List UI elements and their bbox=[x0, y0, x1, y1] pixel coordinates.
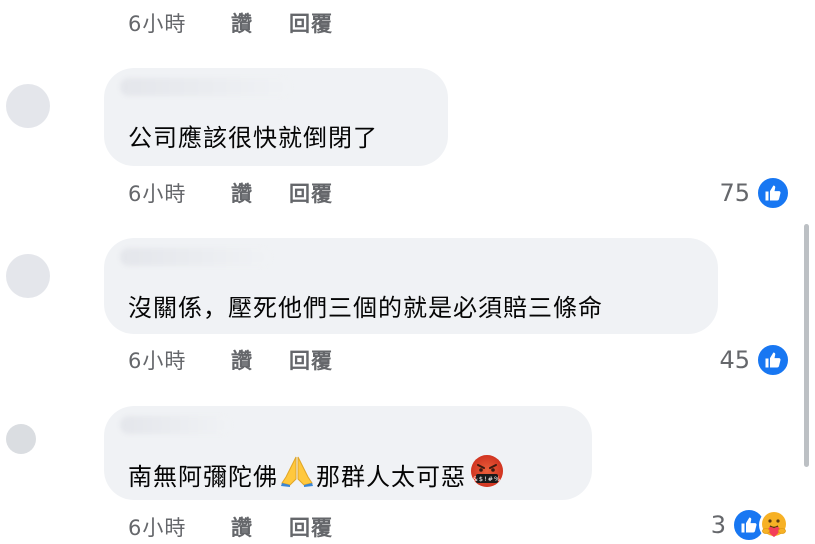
reaction-summary[interactable]: 45 bbox=[719, 343, 790, 377]
avatar[interactable] bbox=[6, 254, 50, 298]
like-icon bbox=[756, 176, 790, 210]
reaction-count: 75 bbox=[719, 179, 750, 207]
scrollbar[interactable] bbox=[804, 224, 809, 467]
commenter-name[interactable] bbox=[120, 78, 290, 96]
comment-meta-row: 6小時 讚 回覆 bbox=[128, 8, 333, 38]
comment-timestamp[interactable]: 6小時 bbox=[128, 345, 231, 375]
comment-like-link[interactable]: 讚 bbox=[231, 178, 289, 208]
comment-like-link[interactable]: 讚 bbox=[231, 512, 289, 542]
comment-timestamp[interactable]: 6小時 bbox=[128, 8, 231, 38]
comment-text: 南無阿彌陀佛 那群人太可惡 &$!#% bbox=[128, 454, 504, 494]
comment-like-link[interactable]: 讚 bbox=[231, 8, 289, 38]
comment-timestamp[interactable]: 6小時 bbox=[128, 512, 231, 542]
comment-bubble: 南無阿彌陀佛 那群人太可惡 &$!#% bbox=[104, 406, 592, 500]
comment-bubble: 沒關係，壓死他們三個的就是必須賠三條命 bbox=[104, 238, 718, 334]
commenter-name[interactable] bbox=[120, 248, 270, 266]
reaction-summary[interactable]: 3 bbox=[711, 508, 790, 542]
comment-text: 公司應該很快就倒閉了 bbox=[128, 124, 378, 152]
comment-meta-row: 6小時 讚 回覆 bbox=[128, 178, 333, 208]
care-icon bbox=[758, 509, 790, 541]
reaction-summary[interactable]: 75 bbox=[719, 176, 790, 210]
comment-meta-row: 6小時 讚 回覆 bbox=[128, 512, 333, 542]
comment-reply-link[interactable]: 回覆 bbox=[289, 178, 333, 208]
comment-text-part: 南無阿彌陀佛 bbox=[128, 462, 278, 491]
folded-hands-emoji bbox=[280, 455, 314, 493]
comment-bubble: 公司應該很快就倒閉了 bbox=[104, 68, 448, 166]
avatar[interactable] bbox=[6, 84, 50, 128]
comment-timestamp[interactable]: 6小時 bbox=[128, 178, 231, 208]
comment-text: 沒關係，壓死他們三個的就是必須賠三條命 bbox=[128, 294, 603, 322]
reaction-count: 45 bbox=[719, 346, 750, 374]
comment-reply-link[interactable]: 回覆 bbox=[289, 512, 333, 542]
comment-text-part: 那群人太可惡 bbox=[316, 462, 466, 491]
comment-like-link[interactable]: 讚 bbox=[231, 345, 289, 375]
comment-reply-link[interactable]: 回覆 bbox=[289, 345, 333, 375]
reaction-count: 3 bbox=[710, 511, 726, 539]
like-icon bbox=[756, 343, 790, 377]
cursing-face-emoji: &$!#% bbox=[470, 454, 504, 494]
svg-text:&$!#%: &$!#% bbox=[473, 475, 501, 483]
commenter-name[interactable] bbox=[120, 416, 230, 434]
comment-reply-link[interactable]: 回覆 bbox=[289, 8, 333, 38]
comment-meta-row: 6小時 讚 回覆 bbox=[128, 345, 333, 375]
avatar[interactable] bbox=[6, 424, 36, 454]
